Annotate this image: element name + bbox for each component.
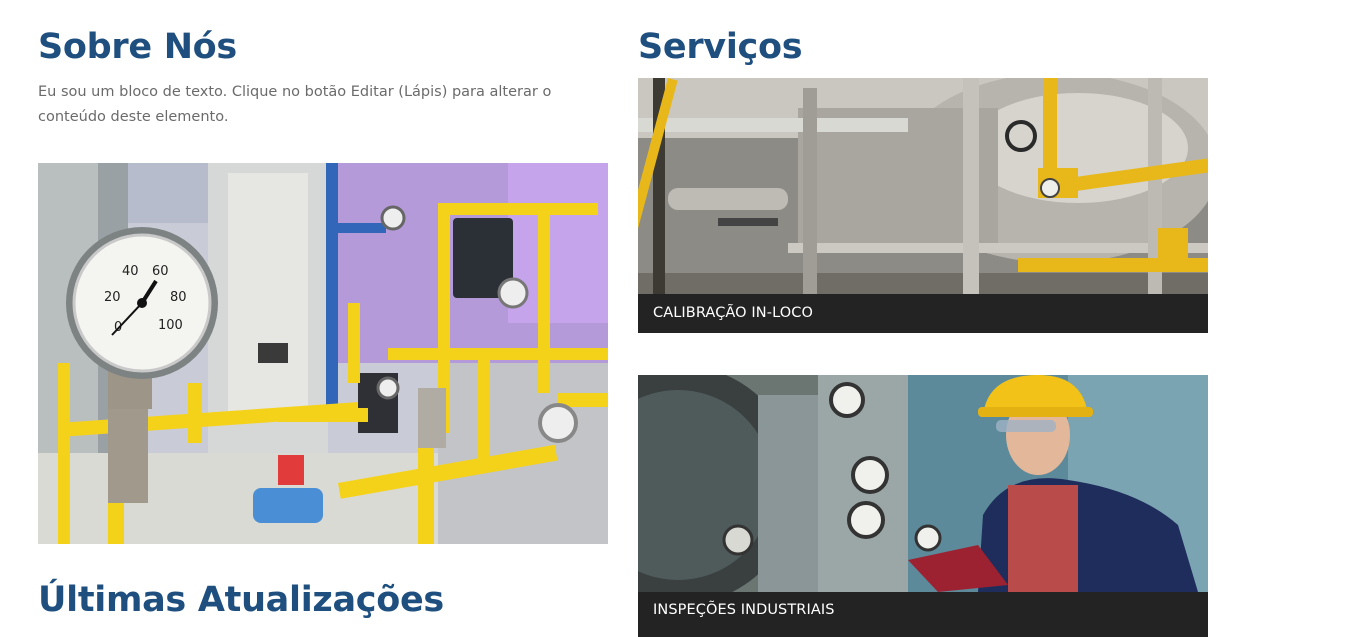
services-heading: Serviços [638, 27, 803, 67]
about-image: 40 60 20 80 100 0 [38, 163, 608, 544]
svg-text:40: 40 [122, 264, 139, 279]
calibration-image [638, 78, 1208, 294]
about-heading: Sobre Nós [38, 27, 237, 67]
updates-heading: Últimas Atualizações [38, 580, 444, 620]
svg-text:100: 100 [158, 318, 183, 333]
service-card-calibration[interactable]: CALIBRAÇÃO IN-LOCO [638, 78, 1208, 333]
inspections-image [638, 375, 1208, 605]
svg-text:60: 60 [152, 264, 169, 279]
caption-bar: INSPEÇÕES INDUSTRIAIS [638, 592, 1208, 637]
service-card-inspections[interactable]: INSPEÇÕES INDUSTRIAIS [638, 375, 1208, 637]
service-label[interactable]: INSPEÇÕES INDUSTRIAIS [653, 602, 835, 618]
svg-text:20: 20 [104, 290, 121, 305]
service-label[interactable]: CALIBRAÇÃO IN-LOCO [653, 305, 813, 321]
caption-bar: CALIBRAÇÃO IN-LOCO [638, 294, 1208, 333]
svg-text:80: 80 [170, 290, 187, 305]
about-text: Eu sou um bloco de texto. Clique no botã… [38, 84, 552, 125]
